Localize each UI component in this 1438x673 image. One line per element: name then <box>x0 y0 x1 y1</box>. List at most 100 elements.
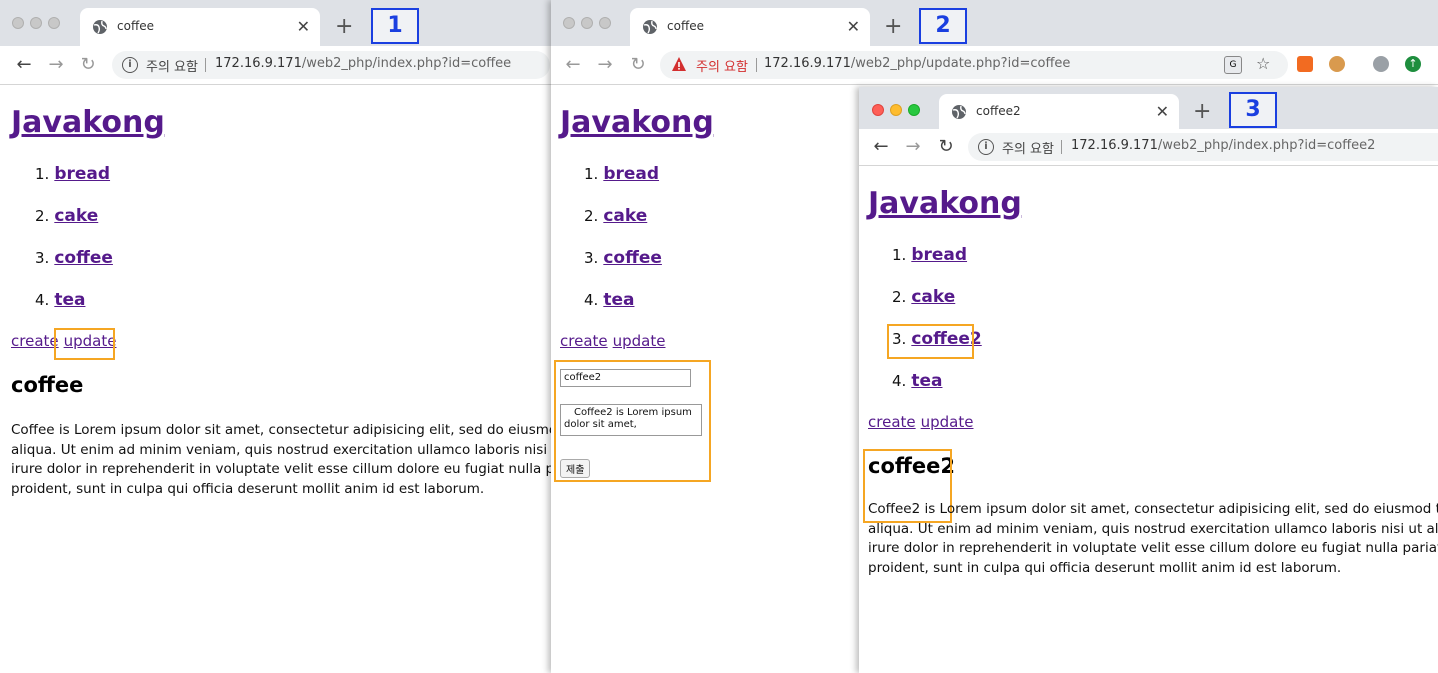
list-item: 4. tea <box>584 289 662 331</box>
url-path: /web2_php/index.php?id=coffee <box>301 56 512 71</box>
list-number: 2. <box>584 207 599 225</box>
create-link[interactable]: create <box>560 332 608 350</box>
topic-link-tea[interactable]: tea <box>603 290 634 310</box>
reload-icon[interactable]: ↻ <box>936 137 956 157</box>
url-path: /web2_php/index.php?id=coffee2 <box>1157 138 1376 153</box>
highlight-box <box>887 324 974 359</box>
create-link[interactable]: create <box>868 413 916 431</box>
topic-link-coffee[interactable]: coffee <box>54 248 113 268</box>
url-host: 172.16.9.171 <box>1071 138 1158 153</box>
list-item: 1. bread <box>35 163 113 205</box>
topic-link-tea[interactable]: tea <box>911 371 942 391</box>
zoom-window-button[interactable] <box>48 17 60 29</box>
topic-link-tea[interactable]: tea <box>54 290 85 310</box>
divider <box>1061 140 1062 154</box>
browser-toolbar: ← → ↻ i 주의 요함 172.16.9.171/web2_php/inde… <box>0 46 560 85</box>
list-item: 1. bread <box>892 244 982 286</box>
warning-icon[interactable] <box>671 56 687 72</box>
tab-bar: coffee ✕ + 1 <box>0 0 560 46</box>
zoom-window-button[interactable] <box>599 17 611 29</box>
security-label[interactable]: 주의 요함 <box>146 56 198 75</box>
topic-link-cake[interactable]: cake <box>54 206 98 226</box>
article-body: Coffee2 is Lorem ipsum dolor sit amet, c… <box>868 500 1438 578</box>
bookmark-star-icon[interactable]: ☆ <box>1256 56 1272 72</box>
forward-arrow-icon[interactable]: → <box>903 137 923 157</box>
minimize-window-button[interactable] <box>30 17 42 29</box>
new-tab-button[interactable]: + <box>335 16 353 38</box>
cookie-extension-icon[interactable] <box>1329 56 1345 72</box>
close-window-button[interactable] <box>12 17 24 29</box>
tab-active[interactable]: coffee2 ✕ <box>939 94 1179 129</box>
security-label[interactable]: 주의 요함 <box>1002 138 1054 157</box>
window-controls <box>563 14 617 33</box>
submit-button[interactable]: 제출 <box>560 459 591 478</box>
address-bar[interactable]: i 주의 요함 172.16.9.171/web2_php/index.php?… <box>968 133 1438 161</box>
profile-avatar-icon[interactable] <box>1373 56 1389 72</box>
browser-toolbar: ← → ↻ i 주의 요함 172.16.9.171/web2_php/inde… <box>859 129 1438 166</box>
topic-link-coffee[interactable]: coffee <box>603 248 662 268</box>
reload-icon[interactable]: ↻ <box>628 55 648 75</box>
url-host: 172.16.9.171 <box>764 56 851 71</box>
minimize-window-button[interactable] <box>581 17 593 29</box>
list-number: 1. <box>584 165 599 183</box>
security-label[interactable]: 주의 요함 <box>696 56 748 75</box>
list-number: 1. <box>892 246 907 264</box>
body-line: irure dolor in reprehenderit in voluptat… <box>868 540 1438 556</box>
site-title-link[interactable]: Javakong <box>560 105 714 140</box>
update-link[interactable]: update <box>613 332 666 350</box>
window-number-badge: 2 <box>919 8 967 44</box>
divider <box>756 58 757 72</box>
new-tab-button[interactable]: + <box>884 16 902 38</box>
article-heading: coffee <box>11 373 84 397</box>
minimize-window-button[interactable] <box>890 104 902 116</box>
list-item: 1. bread <box>584 163 662 205</box>
create-link[interactable]: create <box>11 332 59 350</box>
control-links: create update <box>560 332 670 350</box>
window-number-badge: 1 <box>371 8 419 44</box>
topic-link-cake[interactable]: cake <box>603 206 647 226</box>
url-text[interactable]: 172.16.9.171/web2_php/update.php?id=coff… <box>764 56 1070 71</box>
reload-icon[interactable]: ↻ <box>78 55 98 75</box>
update-link[interactable]: update <box>921 413 974 431</box>
url-text[interactable]: 172.16.9.171/web2_php/index.php?id=coffe… <box>215 56 511 71</box>
zoom-window-button[interactable] <box>908 104 920 116</box>
topic-link-bread[interactable]: bread <box>54 164 110 184</box>
topic-link-cake[interactable]: cake <box>911 287 955 307</box>
highlight-box <box>54 328 115 360</box>
site-title-link[interactable]: Javakong <box>868 186 1022 221</box>
close-window-button[interactable] <box>563 17 575 29</box>
body-line: proident, sunt in culpa qui officia dese… <box>868 559 1342 576</box>
close-tab-icon[interactable]: ✕ <box>847 17 860 36</box>
forward-arrow-icon[interactable]: → <box>46 55 66 75</box>
back-arrow-icon[interactable]: ← <box>14 55 34 75</box>
back-arrow-icon[interactable]: ← <box>871 137 891 157</box>
close-tab-icon[interactable]: ✕ <box>1156 102 1169 121</box>
close-window-button[interactable] <box>872 104 884 116</box>
back-arrow-icon[interactable]: ← <box>563 55 583 75</box>
extension-icon[interactable] <box>1297 56 1313 72</box>
tab-active[interactable]: coffee ✕ <box>630 8 870 46</box>
window-controls <box>12 14 66 33</box>
forward-arrow-icon[interactable]: → <box>595 55 615 75</box>
description-textarea[interactable]: Coffee2 is Lorem ipsum dolor sit amet, <box>560 404 702 436</box>
tab-active[interactable]: coffee ✕ <box>80 8 320 46</box>
list-item: 3. coffee <box>35 247 113 289</box>
update-icon[interactable]: ↑ <box>1405 56 1421 72</box>
page-content: Javakong 1. bread 2. cake 3. coffee 4. tea c… <box>0 85 560 673</box>
url-text[interactable]: 172.16.9.171/web2_php/index.php?id=coffe… <box>1071 138 1375 153</box>
info-icon[interactable]: i <box>978 139 994 155</box>
title-input[interactable]: coffee2 <box>560 369 691 387</box>
article-body: Coffee is Lorem ipsum dolor sit amet, co… <box>11 421 560 499</box>
close-tab-icon[interactable]: ✕ <box>297 17 310 36</box>
translate-icon[interactable]: G <box>1224 56 1242 74</box>
new-tab-button[interactable]: + <box>1193 101 1211 123</box>
topic-link-bread[interactable]: bread <box>911 245 967 265</box>
list-number: 1. <box>35 165 50 183</box>
tab-title: coffee <box>667 19 704 33</box>
address-bar[interactable]: 주의 요함 172.16.9.171/web2_php/update.php?i… <box>660 51 1288 79</box>
address-bar[interactable]: i 주의 요함 172.16.9.171/web2_php/index.php?… <box>112 51 550 79</box>
topic-link-bread[interactable]: bread <box>603 164 659 184</box>
info-icon[interactable]: i <box>122 57 138 73</box>
list-item: 4. tea <box>35 289 113 331</box>
site-title-link[interactable]: Javakong <box>11 105 165 140</box>
